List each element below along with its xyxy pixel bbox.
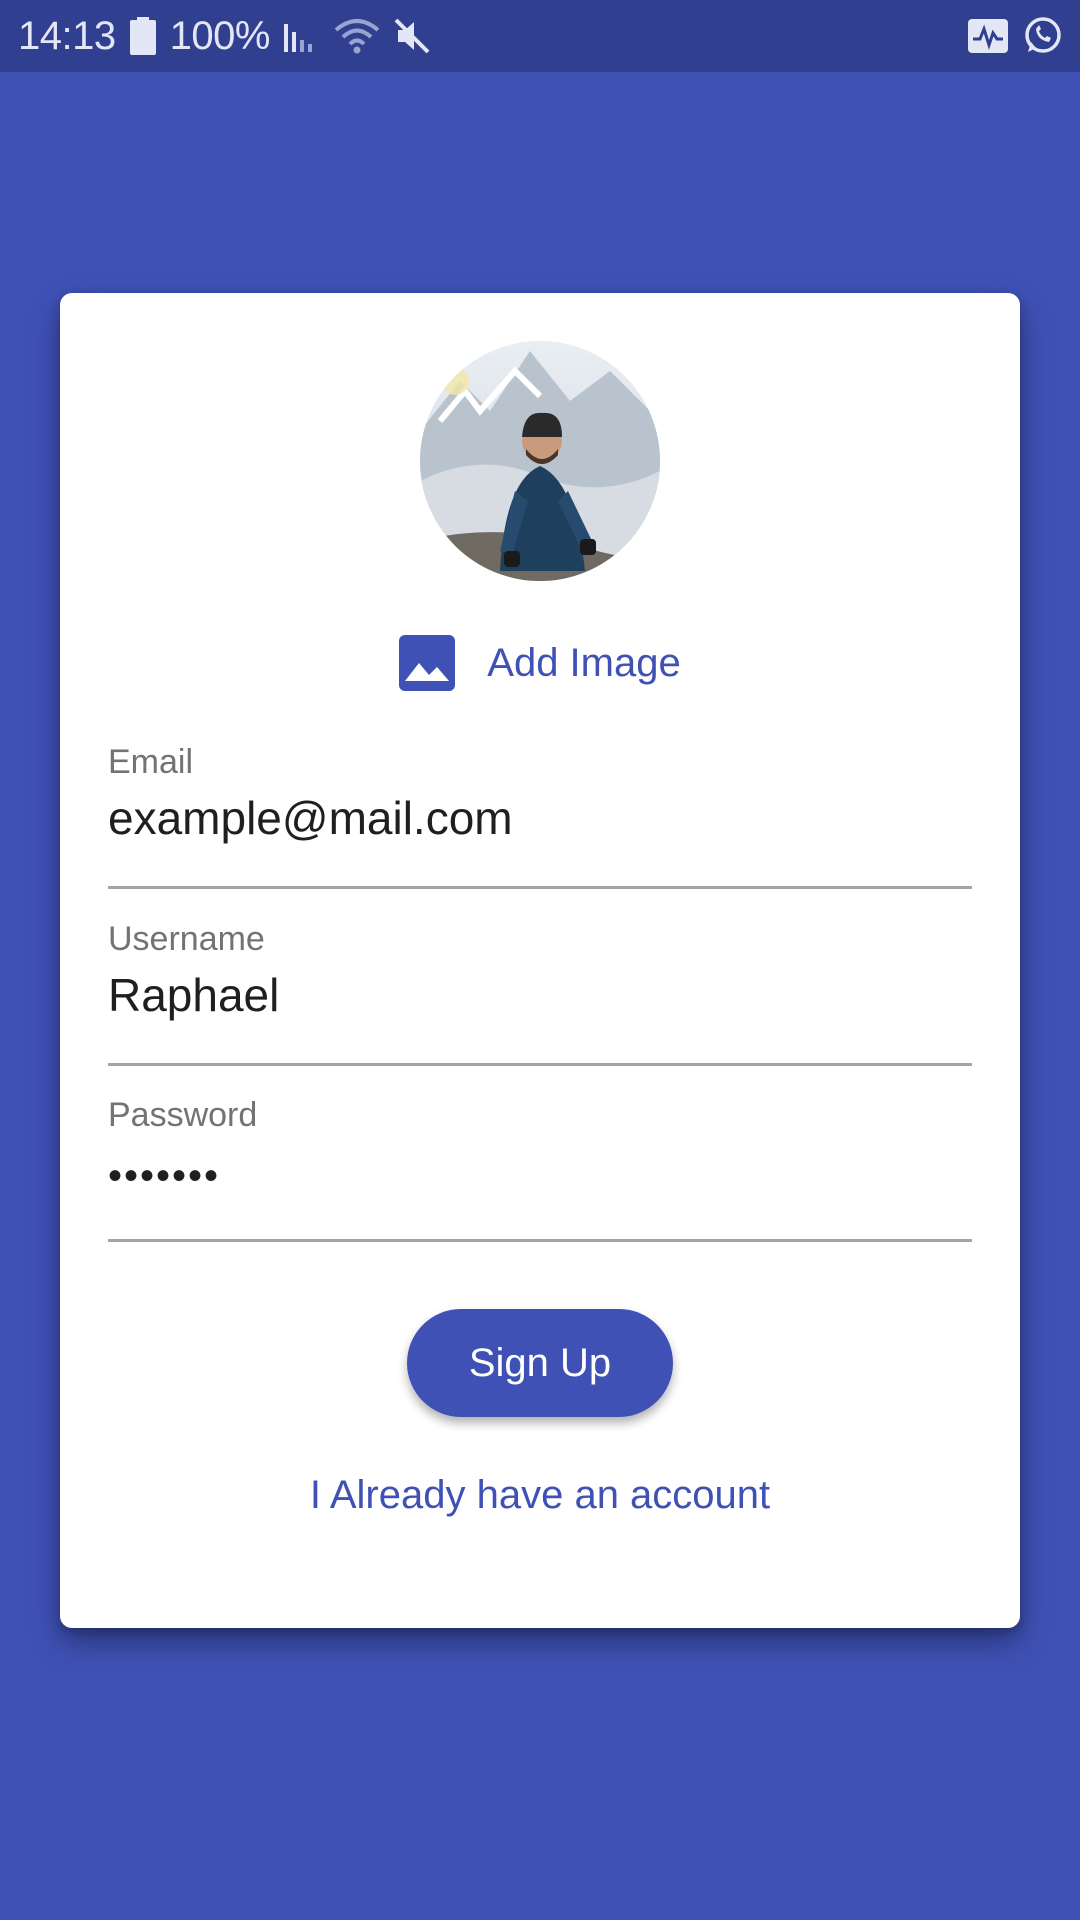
battery-icon [129,17,156,55]
activity-app-icon [968,19,1008,53]
status-bar-left: 14:13 100% [18,14,430,59]
username-input[interactable]: Raphael [108,968,279,1022]
password-label: Password [108,1096,258,1134]
password-input[interactable]: ••••••• [108,1154,220,1199]
status-bar: 14:13 100% [0,0,1080,72]
signup-card: Add Image Email example@mail.com Usernam… [60,293,1020,1628]
profile-avatar[interactable] [420,341,660,581]
email-field[interactable]: Email example@mail.com [108,713,972,889]
username-field[interactable]: Username Raphael [108,890,972,1066]
add-image-button[interactable]: Add Image [60,623,1020,703]
battery-percent: 100% [169,13,271,58]
wifi-icon [334,18,380,54]
email-input[interactable]: example@mail.com [108,791,513,845]
password-underline [108,1239,972,1242]
status-bar-right [968,16,1062,56]
email-underline [108,886,972,889]
add-image-label: Add Image [487,640,681,685]
email-label: Email [108,743,194,781]
image-icon [399,635,456,691]
profile-photo [420,341,660,581]
whatsapp-icon [1022,16,1062,56]
status-time: 14:13 [18,13,116,58]
login-link[interactable]: I Already have an account [60,1473,1020,1518]
mute-icon [394,18,430,54]
signal-icon [283,20,320,52]
username-label: Username [108,920,265,958]
signup-button[interactable]: Sign Up [407,1309,673,1417]
password-field[interactable]: Password ••••••• [108,1066,972,1242]
